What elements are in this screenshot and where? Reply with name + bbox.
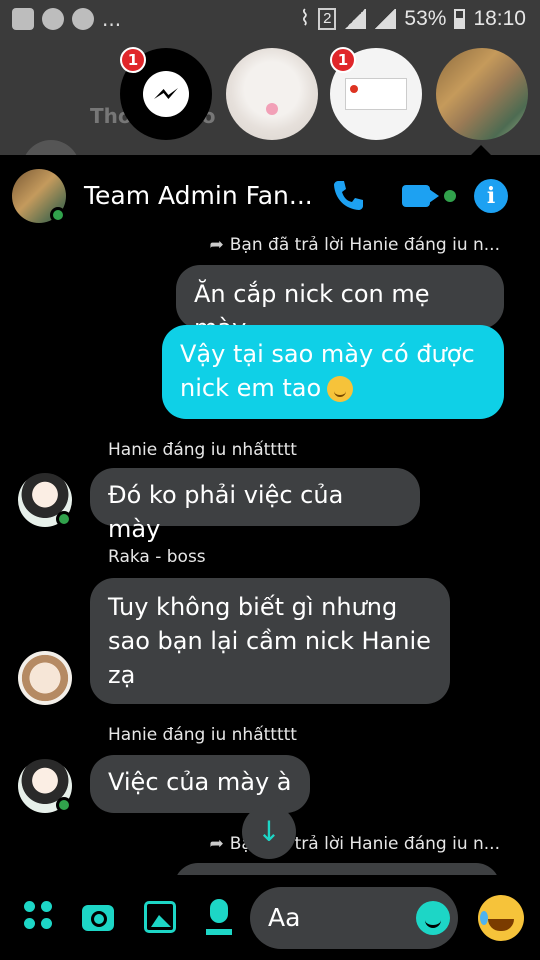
incoming-message[interactable]: Đó ko phải việc của mày xyxy=(90,468,420,543)
message-composer: Aa xyxy=(0,875,540,960)
laughing-emoji-icon[interactable] xyxy=(478,895,524,941)
info-icon[interactable]: i xyxy=(474,179,508,213)
video-active-dot xyxy=(444,190,456,202)
heart-icon xyxy=(266,103,278,115)
battery-icon xyxy=(454,8,466,29)
message-input[interactable]: Aa xyxy=(250,887,458,949)
sim-slot-badge: 2 xyxy=(318,7,337,30)
active-head-pointer xyxy=(471,145,491,155)
online-status-dot xyxy=(56,511,72,527)
scroll-down-icon: ↓ xyxy=(257,815,281,848)
video-icon[interactable] xyxy=(402,185,430,207)
chat-panel: Team Admin Fan... i ➦ Bạn đã trả lời Hani… xyxy=(0,155,540,960)
emoji-icon[interactable] xyxy=(416,901,450,935)
online-status-dot xyxy=(50,207,66,223)
sender-name: Hanie đáng iu nhấttttt xyxy=(108,440,297,460)
incoming-message[interactable]: Việc của mày à xyxy=(90,755,310,813)
conversation-title[interactable]: Team Admin Fan... xyxy=(84,181,313,210)
more-notifications-text: ... xyxy=(102,7,122,31)
chat-head-cat-avatar[interactable] xyxy=(226,48,318,140)
messenger-icon xyxy=(143,71,189,117)
outgoing-message[interactable]: Ăn cắp nick con mẹ mày xyxy=(176,265,504,342)
incoming-message[interactable]: Tuy không biết gì nhưng sao bạn lại cầm … xyxy=(90,578,450,704)
wifi-icon: ⌇ xyxy=(299,7,311,30)
slightly-smiling-face-icon xyxy=(327,376,354,402)
unread-badge: 1 xyxy=(330,47,356,73)
page-thumbnail xyxy=(345,78,407,110)
gallery-icon xyxy=(12,8,34,30)
camera-icon[interactable] xyxy=(82,905,114,931)
phone-icon[interactable] xyxy=(330,177,366,213)
image-icon[interactable] xyxy=(144,901,176,933)
signal-icon xyxy=(344,8,367,29)
message-input-placeholder: Aa xyxy=(268,903,301,932)
unread-badge: 1 xyxy=(120,47,146,73)
mic-icon[interactable] xyxy=(206,899,232,935)
sender-name: Raka - boss xyxy=(108,547,206,567)
chat-header: Team Admin Fan... i xyxy=(0,155,540,235)
signal-icon-2 xyxy=(374,8,397,29)
camera-notification-icon xyxy=(72,8,94,30)
reply-arrow-icon: ➦ xyxy=(209,235,224,255)
online-status-dot xyxy=(56,797,72,813)
chat-head-active-group[interactable] xyxy=(436,48,528,140)
reply-arrow-icon: ➦ xyxy=(209,834,224,854)
reply-note: ➦ Bạn đã trả lời Hanie đáng iu n... xyxy=(209,235,500,255)
battery-percent: 53% xyxy=(404,6,447,30)
scroll-down-button[interactable]: ↓ xyxy=(242,805,296,859)
sender-avatar[interactable] xyxy=(18,651,72,705)
clock: 18:10 xyxy=(473,6,526,30)
system-indicators: ⌇ 2 53% 18:10 xyxy=(300,6,526,31)
status-bar: ... ⌇ 2 53% 18:10 xyxy=(0,0,540,40)
sender-name: Hanie đáng iu nhấttttt xyxy=(108,725,297,745)
apps-icon[interactable] xyxy=(24,901,56,933)
notification-icons: ... xyxy=(12,8,121,30)
outgoing-message-highlight[interactable]: Vậy tại sao mày có được nick em tao xyxy=(162,325,504,419)
messenger-icon xyxy=(42,8,64,30)
